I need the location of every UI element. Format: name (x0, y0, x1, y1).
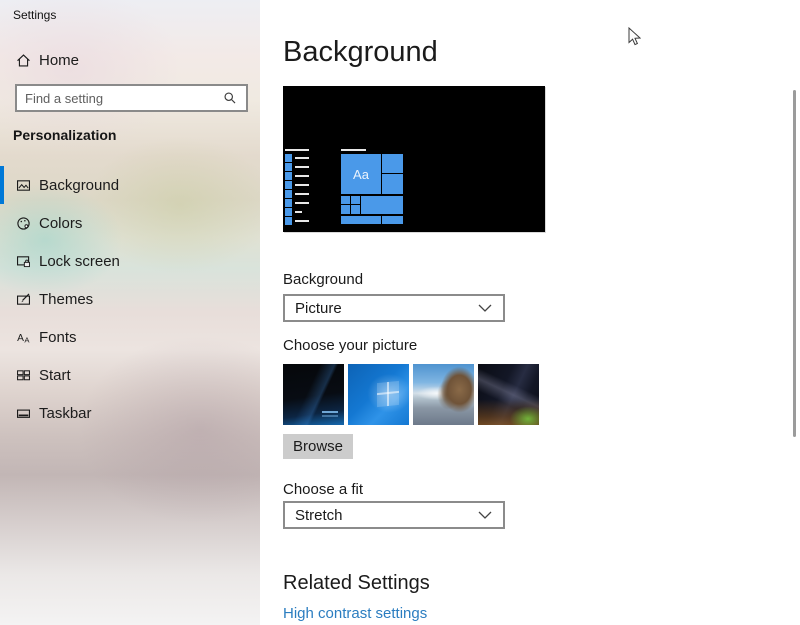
related-settings-heading: Related Settings (283, 572, 430, 595)
sidebar-item-fonts[interactable]: A A Fonts (0, 318, 260, 356)
background-type-dropdown[interactable]: Picture (283, 294, 505, 322)
scrollbar-thumb[interactable] (793, 90, 796, 437)
section-header: Personalization (13, 127, 116, 143)
sidebar-item-colors[interactable]: Colors (0, 204, 260, 242)
fonts-icon: A A (15, 329, 32, 346)
app-title: Settings (13, 8, 56, 22)
main-content: Background Aa Backgro (260, 0, 800, 625)
sidebar-item-home[interactable]: Home (0, 46, 260, 74)
thumbnail-windows-default-wallpaper[interactable] (348, 364, 409, 425)
thumbnail-beach-rock-wallpaper[interactable] (413, 364, 474, 425)
dropdown-value: Picture (295, 300, 478, 317)
dropdown-value: Stretch (295, 507, 478, 524)
sidebar-item-taskbar[interactable]: Taskbar (0, 394, 260, 432)
sidebar-item-label: Fonts (39, 329, 77, 346)
sidebar: Settings Home Personalization Backgroun (0, 0, 260, 625)
sidebar-item-label: Background (39, 177, 119, 194)
sidebar-item-themes[interactable]: Themes (0, 280, 260, 318)
palette-icon (15, 215, 32, 232)
svg-text:A: A (24, 335, 30, 344)
thumbnail-dark-abstract-wallpaper[interactable] (283, 364, 344, 425)
sidebar-item-label: Start (39, 367, 71, 384)
themes-icon (15, 291, 32, 308)
search-input[interactable] (17, 91, 220, 106)
sidebar-item-background[interactable]: Background (0, 166, 260, 204)
background-preview: Aa (283, 86, 545, 232)
selected-accent-bar (0, 166, 4, 204)
sidebar-item-label: Lock screen (39, 253, 120, 270)
sidebar-item-start[interactable]: Start (0, 356, 260, 394)
taskbar-icon (15, 405, 32, 422)
fit-dropdown[interactable]: Stretch (283, 501, 505, 529)
sidebar-item-label: Taskbar (39, 405, 92, 422)
mouse-cursor (628, 27, 641, 46)
sidebar-item-label: Themes (39, 291, 93, 308)
browse-button[interactable]: Browse (283, 434, 353, 459)
picture-thumbnails (283, 364, 539, 425)
sidebar-item-label: Colors (39, 215, 82, 232)
choose-fit-label: Choose a fit (283, 481, 363, 498)
choose-picture-label: Choose your picture (283, 337, 417, 354)
picture-icon (15, 177, 32, 194)
preview-tile-aa: Aa (341, 154, 381, 194)
lock-screen-icon (15, 253, 32, 270)
chevron-down-icon (478, 511, 492, 519)
sidebar-item-label: Home (39, 52, 79, 69)
search-box[interactable] (15, 84, 248, 112)
search-icon (220, 89, 240, 107)
sidebar-item-lock-screen[interactable]: Lock screen (0, 242, 260, 280)
page-title: Background (283, 36, 438, 69)
svg-text:A: A (17, 332, 24, 343)
background-label: Background (283, 271, 363, 288)
thumbnail-night-sky-wallpaper[interactable] (478, 364, 539, 425)
settings-window: Settings Home Personalization Backgroun (0, 0, 800, 625)
start-icon (15, 367, 32, 384)
high-contrast-settings-link[interactable]: High contrast settings (283, 605, 427, 622)
home-icon (15, 52, 32, 69)
chevron-down-icon (478, 304, 492, 312)
